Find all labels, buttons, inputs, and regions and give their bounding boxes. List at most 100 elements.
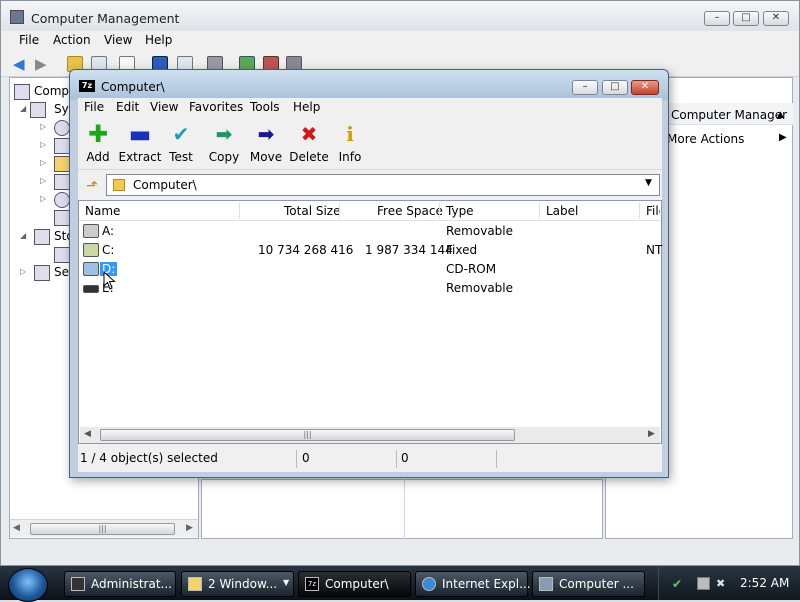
cm-window-title: Computer Management: [31, 11, 180, 26]
expand-icon[interactable]: ▷: [40, 140, 48, 149]
expand-icon[interactable]: ▷: [40, 194, 48, 203]
collapse-icon[interactable]: ◢: [20, 104, 28, 113]
expand-icon[interactable]: ▷: [20, 267, 28, 276]
folder-icon: [113, 179, 125, 191]
collapse-up-icon[interactable]: ▲: [777, 110, 784, 120]
status-bar: 1 / 4 object(s) selected 0 0: [78, 448, 662, 470]
group-dropdown-icon[interactable]: ▼: [283, 578, 289, 587]
column-separator[interactable]: [639, 203, 640, 219]
shared-folder-icon: [54, 156, 70, 172]
removable-drive-icon: [83, 285, 99, 293]
minimize-button[interactable]: –: [572, 80, 598, 95]
column-separator[interactable]: [539, 203, 540, 219]
collapse-icon[interactable]: ◢: [20, 231, 28, 240]
volume-muted-icon[interactable]: ✖: [716, 577, 729, 590]
column-label[interactable]: Label: [546, 204, 578, 218]
info-button[interactable]: i Info: [328, 122, 372, 166]
table-row[interactable]: C: 10 734 268 416 1 987 334 144 Fixed NT: [79, 241, 662, 260]
expand-icon[interactable]: ▷: [40, 122, 48, 131]
more-actions-item[interactable]: More Actions: [667, 132, 744, 146]
expand-icon[interactable]: ▷: [40, 176, 48, 185]
column-separator[interactable]: [439, 203, 440, 219]
minimize-button[interactable]: –: [704, 11, 730, 26]
internet-explorer-icon: [422, 577, 436, 591]
menu-view[interactable]: View: [104, 33, 132, 47]
column-total-size[interactable]: Total Size: [284, 204, 340, 218]
table-row[interactable]: A: Removable: [79, 222, 661, 241]
taskbar-item-computer-management[interactable]: Computer ...: [532, 571, 645, 597]
column-separator[interactable]: [239, 203, 240, 219]
scrollbar-thumb[interactable]: |||: [100, 429, 515, 441]
7zip-toolbar: ✚ Add ▬ Extract ✔ Test ➡ Copy ➡ Move ✖ D…: [78, 118, 662, 170]
x-icon: ✖: [300, 122, 318, 146]
taskbar-item-internet-explorer[interactable]: Internet Expl...: [415, 571, 531, 597]
column-separator[interactable]: [339, 203, 340, 219]
table-row-selected[interactable]: D: CD-ROM: [79, 260, 661, 279]
close-button[interactable]: ✕: [631, 80, 659, 95]
disk-icon: [54, 247, 70, 263]
minus-icon: ▬: [128, 120, 152, 148]
menu-action[interactable]: Action: [53, 33, 91, 47]
file-list-horizontal-scrollbar[interactable]: ◀ ||| ▶: [80, 427, 660, 443]
start-button[interactable]: [8, 568, 48, 602]
taskbar-item-windows-group[interactable]: 2 Window... ▼: [181, 571, 294, 597]
column-file-system[interactable]: File System: [646, 204, 660, 218]
table-row[interactable]: E: Removable: [79, 279, 661, 298]
tools-icon: [30, 102, 46, 118]
up-folder-icon[interactable]: ⬏: [82, 176, 102, 196]
forward-arrow-icon[interactable]: ▶: [35, 56, 51, 72]
maximize-button[interactable]: □: [733, 11, 759, 26]
hard-drive-icon: [83, 243, 99, 257]
cm-titlebar[interactable]: Computer Management – □ ✕: [1, 1, 799, 33]
dropdown-arrow-icon[interactable]: ▼: [645, 178, 652, 188]
scroll-left-icon[interactable]: ◀: [84, 429, 91, 439]
column-free-space[interactable]: Free Space: [377, 204, 443, 218]
address-combobox[interactable]: Computer\ ▼: [106, 174, 660, 196]
scroll-right-icon[interactable]: ▶: [648, 429, 655, 439]
floppy-drive-icon: [83, 224, 99, 238]
back-arrow-icon[interactable]: ◀: [13, 56, 29, 72]
column-type[interactable]: Type: [446, 204, 474, 218]
menu-favorites[interactable]: Favorites: [189, 100, 243, 114]
taskbar-item-7zip[interactable]: 7z Computer\: [298, 571, 411, 597]
column-name[interactable]: Name: [85, 204, 120, 218]
menu-edit[interactable]: Edit: [116, 100, 139, 114]
taskbar-clock[interactable]: 2:52 AM: [740, 576, 789, 590]
command-prompt-icon: [71, 577, 85, 591]
computer-icon: [14, 84, 30, 100]
menu-file[interactable]: File: [19, 33, 39, 47]
status-packed-size: 0: [401, 451, 409, 465]
address-text: Computer\: [133, 178, 197, 192]
file-list-header: Name Total Size Free Space Type Label Fi…: [79, 201, 661, 221]
maximize-button[interactable]: □: [602, 80, 628, 95]
menu-file[interactable]: File: [84, 100, 104, 114]
7zip-logo-icon: 7z: [305, 577, 319, 591]
close-button[interactable]: ✕: [763, 11, 789, 26]
status-selection: 1 / 4 object(s) selected: [80, 451, 218, 465]
menu-help[interactable]: Help: [293, 100, 320, 114]
scroll-left-icon[interactable]: ◀: [13, 523, 20, 533]
taskbar-item-admin-console[interactable]: Administrat...: [64, 571, 176, 597]
safely-remove-icon[interactable]: ✔: [672, 577, 685, 591]
clock-icon: [54, 120, 70, 136]
menu-tools[interactable]: Tools: [250, 100, 280, 114]
7zip-window: 7z Computer\ – □ ✕ File Edit View Favori…: [69, 69, 669, 478]
cd-drive-icon: [83, 262, 99, 276]
menu-view[interactable]: View: [150, 100, 178, 114]
7zip-titlebar[interactable]: 7z Computer\ – □ ✕: [70, 70, 668, 100]
status-separator: [496, 450, 497, 468]
device-manager-icon: [54, 210, 70, 226]
scrollbar-thumb[interactable]: |||: [30, 523, 175, 535]
network-icon[interactable]: [697, 577, 710, 590]
status-size: 0: [302, 451, 310, 465]
mouse-cursor-icon: [103, 271, 116, 290]
menu-help[interactable]: Help: [145, 33, 172, 47]
expand-icon[interactable]: ▷: [40, 158, 48, 167]
users-icon: [54, 174, 70, 190]
scroll-right-icon[interactable]: ▶: [186, 523, 193, 533]
services-icon: [34, 265, 50, 281]
7zip-menubar: File Edit View Favorites Tools Help: [78, 98, 662, 118]
cm-menubar: File Action View Help: [1, 31, 799, 51]
7zip-window-title: Computer\: [101, 80, 165, 94]
tree-horizontal-scrollbar[interactable]: ◀ ||| ▶: [10, 519, 198, 537]
